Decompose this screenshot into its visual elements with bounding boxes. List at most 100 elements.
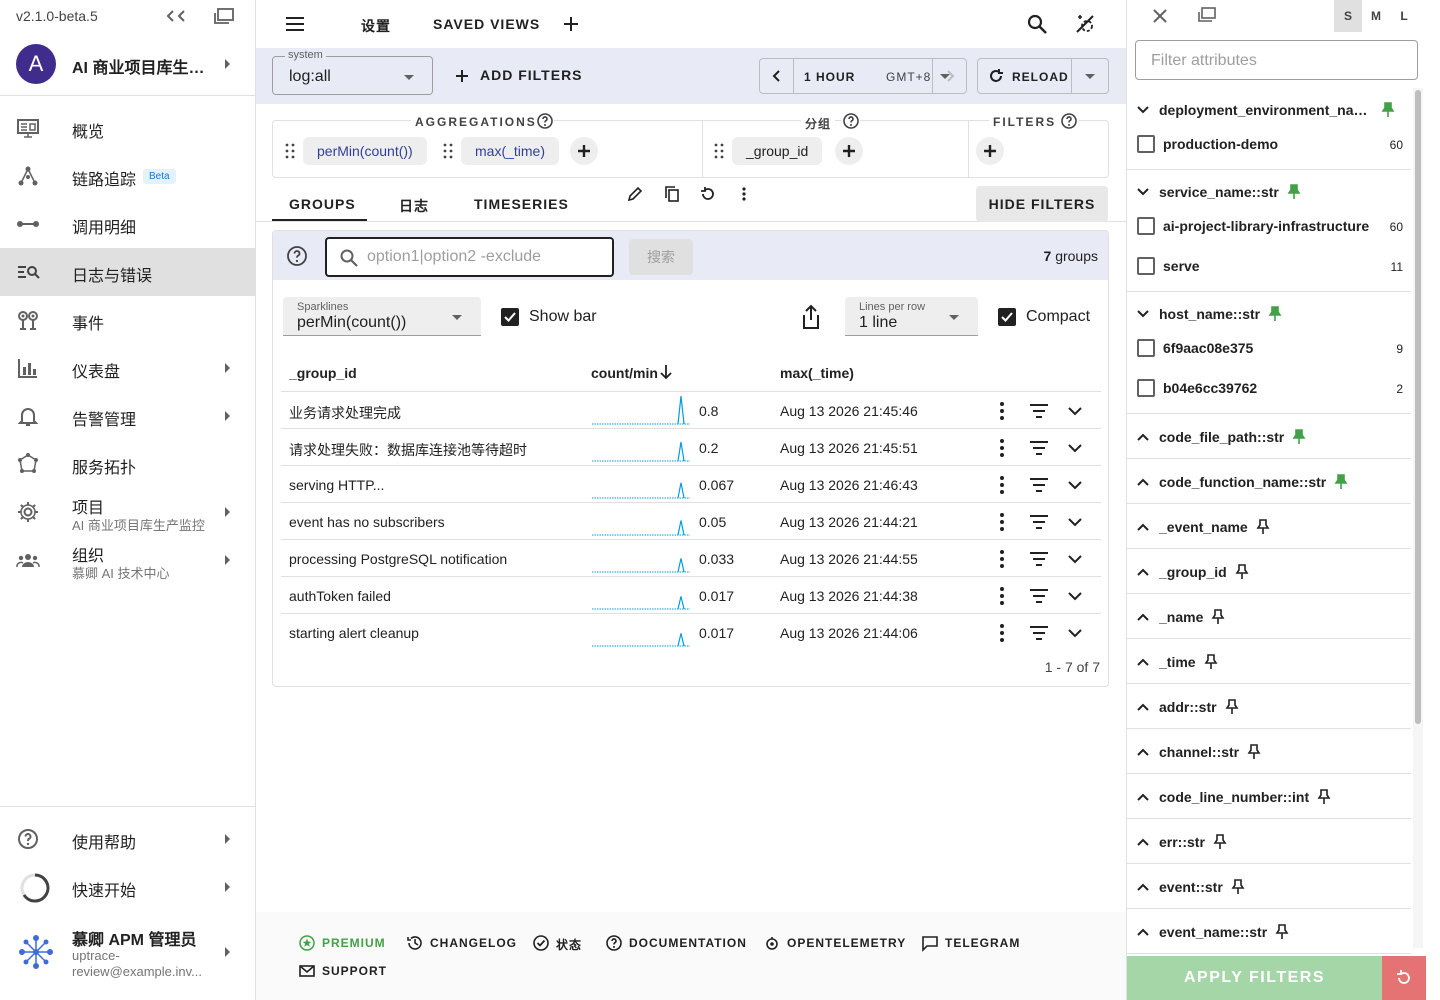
chevron-up-icon[interactable] xyxy=(1137,883,1149,891)
compact-checkbox[interactable] xyxy=(998,308,1016,326)
filter-lines-icon[interactable] xyxy=(1027,399,1051,423)
attribute-value-checkbox[interactable] xyxy=(1137,217,1155,235)
share-export-icon[interactable] xyxy=(800,304,822,330)
tab-logs[interactable]: 日志 xyxy=(399,196,429,216)
attribute-name[interactable]: deployment_environment_name::str xyxy=(1159,102,1373,118)
chevron-up-icon[interactable] xyxy=(1137,433,1149,441)
copy-icon[interactable] xyxy=(664,186,680,202)
help-circle-icon[interactable] xyxy=(842,112,860,130)
nav-item-tracing[interactable]: 链路追踪 Beta xyxy=(0,152,255,200)
aggregation-chip[interactable]: max(_time) xyxy=(461,137,560,165)
attribute-name[interactable]: code_line_number::int xyxy=(1159,789,1309,805)
chevron-up-icon[interactable] xyxy=(1137,613,1149,621)
chevron-up-icon[interactable] xyxy=(1137,793,1149,801)
nav-item-logs[interactable]: 日志与错误 xyxy=(0,248,255,296)
new-window-icon[interactable] xyxy=(212,6,236,26)
show-bar-checkbox[interactable] xyxy=(501,308,519,326)
chevron-down-icon[interactable] xyxy=(1137,310,1149,318)
add-filter-button[interactable] xyxy=(976,137,1004,165)
attribute-name[interactable]: _name xyxy=(1159,609,1203,625)
sparklines-select[interactable]: Sparklines perMin(count()) xyxy=(283,297,481,336)
pin-icon[interactable] xyxy=(1287,184,1301,200)
chevron-down-icon[interactable] xyxy=(1137,188,1149,196)
reload-button[interactable]: RELOAD xyxy=(978,59,1072,93)
more-vert-icon[interactable] xyxy=(990,510,1014,534)
pin-icon[interactable] xyxy=(1317,789,1331,805)
table-row[interactable]: 请求处理失败：数据库连接池等待超时 0.2 Aug 13 2026 21:45:51 xyxy=(281,428,1101,465)
add-group-by-button[interactable] xyxy=(835,137,863,165)
nav-item-quickstart[interactable]: 快速开始 xyxy=(0,863,255,911)
pin-icon[interactable] xyxy=(1381,102,1395,118)
hide-filters-button[interactable]: HIDE FILTERS xyxy=(976,186,1108,222)
chevron-up-icon[interactable] xyxy=(1137,748,1149,756)
filter-lines-icon[interactable] xyxy=(1027,510,1051,534)
chevron-up-icon[interactable] xyxy=(1137,703,1149,711)
reload-options-button[interactable] xyxy=(1072,59,1108,93)
chevron-up-icon[interactable] xyxy=(1137,568,1149,576)
help-circle-icon[interactable] xyxy=(536,112,554,130)
drag-handle-icon[interactable] xyxy=(443,143,453,159)
saved-views-link[interactable]: SAVED VIEWS xyxy=(433,16,540,32)
more-vert-icon[interactable] xyxy=(990,436,1014,460)
pin-icon[interactable] xyxy=(1275,924,1289,940)
apply-filters-button[interactable]: APPLY FILTERS xyxy=(1127,956,1382,1000)
attribute-name[interactable]: host_name::str xyxy=(1159,306,1260,322)
chevron-up-icon[interactable] xyxy=(1137,658,1149,666)
chevron-up-icon[interactable] xyxy=(1137,928,1149,936)
settings-link[interactable]: 设置 xyxy=(361,16,391,36)
pin-icon[interactable] xyxy=(1204,654,1218,670)
add-filters-button[interactable]: ADD FILTERS xyxy=(454,66,594,86)
chevron-up-icon[interactable] xyxy=(1137,478,1149,486)
time-period-select[interactable]: 1 HOUR GMT+8 xyxy=(794,59,950,93)
nav-item-service-graph[interactable]: 服务拓扑 xyxy=(0,440,255,488)
nav-item-overview[interactable]: 概览 xyxy=(0,104,255,152)
table-row[interactable]: starting alert cleanup 0.017 Aug 13 2026 2… xyxy=(281,613,1101,650)
aggregation-chip[interactable]: perMin(count()) xyxy=(303,137,427,165)
filter-lines-icon[interactable] xyxy=(1027,621,1051,645)
filter-lines-icon[interactable] xyxy=(1027,473,1051,497)
drag-handle-icon[interactable] xyxy=(285,143,295,159)
attribute-name[interactable]: _group_id xyxy=(1159,564,1227,580)
filter-lines-icon[interactable] xyxy=(1027,584,1051,608)
attribute-value-checkbox[interactable] xyxy=(1137,379,1155,397)
attribute-value-checkbox[interactable] xyxy=(1137,339,1155,357)
table-row[interactable]: serving HTTP... 0.067 Aug 13 2026 21:46:43 xyxy=(281,465,1101,502)
add-aggregation-button[interactable] xyxy=(570,137,598,165)
size-tab-s[interactable]: S xyxy=(1334,0,1362,32)
filter-lines-icon[interactable] xyxy=(1027,547,1051,571)
time-next-button[interactable] xyxy=(932,59,966,93)
nav-item-alerting[interactable]: 告警管理 xyxy=(0,392,255,440)
theme-toggle-icon[interactable] xyxy=(1073,12,1097,36)
more-vert-icon[interactable] xyxy=(990,473,1014,497)
chevron-down-icon[interactable] xyxy=(1063,621,1087,645)
attribute-name[interactable]: event_name::str xyxy=(1159,924,1267,940)
tab-timeseries[interactable]: TIMESERIES xyxy=(474,196,569,212)
table-row[interactable]: authToken failed 0.017 Aug 13 2026 21:44:3… xyxy=(281,576,1101,613)
groups-search-input[interactable]: option1|option2 -exclude xyxy=(325,237,614,277)
table-row[interactable]: event has no subscribers 0.05 Aug 13 2026 … xyxy=(281,502,1101,539)
attribute-name[interactable]: event::str xyxy=(1159,879,1223,895)
close-icon[interactable] xyxy=(1151,7,1169,25)
attribute-name[interactable]: channel::str xyxy=(1159,744,1239,760)
add-view-icon[interactable] xyxy=(562,14,580,34)
chevron-up-icon[interactable] xyxy=(1137,838,1149,846)
column-header-count[interactable]: count/min xyxy=(591,365,658,381)
chevron-down-icon[interactable] xyxy=(1063,510,1087,534)
collapse-sidebar-icon[interactable] xyxy=(164,6,188,26)
pin-icon[interactable] xyxy=(1256,519,1270,535)
nav-item-organization[interactable]: 组织 慕卿 AI 技术中心 xyxy=(0,536,255,584)
search-icon[interactable] xyxy=(1026,13,1048,35)
more-vert-icon[interactable] xyxy=(990,547,1014,571)
menu-icon[interactable] xyxy=(284,14,306,34)
lines-per-row-select[interactable]: Lines per row 1 line xyxy=(845,297,978,336)
time-prev-button[interactable] xyxy=(760,59,794,93)
drag-handle-icon[interactable] xyxy=(714,143,724,159)
user-avatar-icon[interactable] xyxy=(16,932,56,972)
edit-pencil-icon[interactable] xyxy=(627,186,643,202)
caret-right-icon[interactable] xyxy=(225,947,230,957)
help-circle-icon[interactable] xyxy=(286,245,308,267)
group-by-chip[interactable]: _group_id xyxy=(732,137,823,165)
system-select[interactable]: system log:all xyxy=(272,49,433,95)
pin-icon[interactable] xyxy=(1211,609,1225,625)
tab-groups[interactable]: GROUPS xyxy=(289,196,356,212)
